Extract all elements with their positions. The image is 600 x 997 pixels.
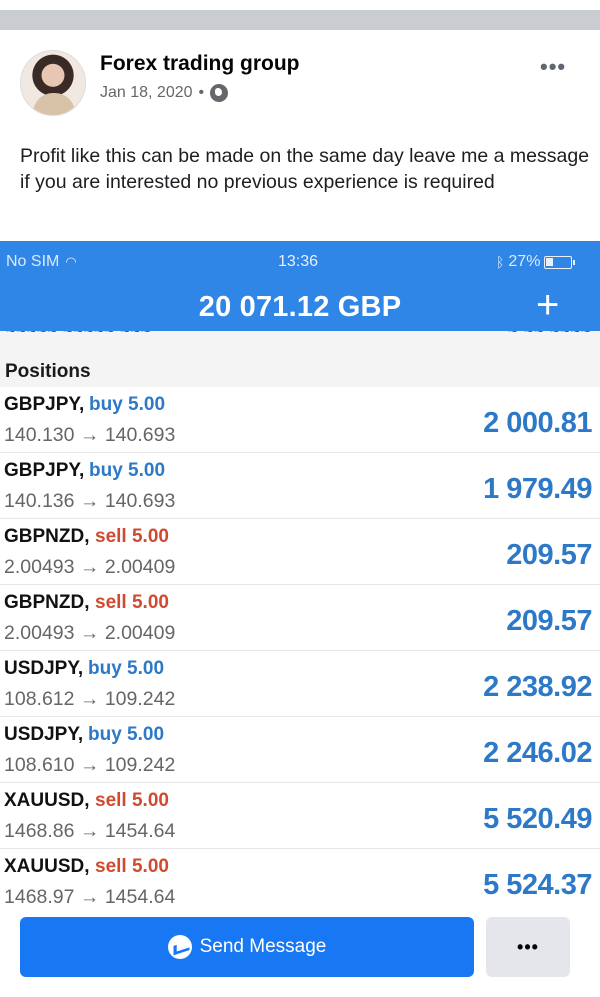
wifi-icon: ◠ — [65, 254, 77, 269]
position-prices: 140.130 → 140.693 — [4, 424, 176, 446]
position-prices: 1468.86 → 1454.64 — [4, 820, 176, 842]
position-row[interactable]: GBPNZD, sell 5.00 2.00493 → 2.00409 209.57 — [0, 519, 600, 585]
position-direction: sell 5.00 — [95, 592, 169, 613]
post-header: Forex trading group Jan 18, 2020 • ••• — [0, 30, 600, 130]
positions-title: Positions — [5, 361, 91, 382]
position-prices: 140.136 → 140.693 — [4, 490, 176, 512]
position-profit: 5 520.49 — [483, 803, 592, 835]
messenger-icon — [167, 935, 192, 959]
globe-icon — [210, 84, 229, 102]
position-symbol: XAUUSD, — [4, 790, 90, 811]
position-row[interactable]: GBPJPY, buy 5.00 140.136 → 140.693 1 979.49 — [0, 453, 600, 519]
cutoff-text-left: ~~~~~ ~~~~~ ~~~ — [6, 331, 152, 340]
account-balance: 20 071.12 GBP — [198, 291, 402, 323]
battery-status: ᛒ 27% — [496, 253, 576, 271]
position-profit: 5 524.37 — [483, 869, 592, 901]
position-direction: buy 5.00 — [89, 394, 166, 415]
position-row[interactable]: XAUUSD, sell 5.00 1468.97 → 1454.64 5 524.3… — [0, 849, 600, 903]
more-button[interactable]: ••• — [486, 917, 570, 977]
position-profit: 2 246.02 — [483, 737, 592, 769]
position-direction: buy 5.00 — [88, 658, 165, 679]
bluetooth-icon: ᛒ — [496, 254, 505, 270]
position-symbol: GBPJPY, — [4, 460, 85, 481]
position-direction: buy 5.00 — [88, 724, 165, 745]
position-profit: 2 238.92 — [483, 671, 592, 703]
position-symbol: USDJPY, — [4, 658, 84, 679]
send-message-button[interactable]: Send Message — [20, 917, 474, 977]
position-row[interactable]: USDJPY, buy 5.00 108.610 → 109.242 2 246.02 — [0, 717, 600, 783]
position-symbol: USDJPY, — [4, 724, 84, 745]
cutoff-row: ~~~~~ ~~~~~ ~~~ ~ ~~ ~~~~ — [0, 331, 600, 351]
post-meta: Jan 18, 2020 • — [100, 84, 229, 102]
separator-dot: • — [198, 84, 205, 101]
position-direction: sell 5.00 — [95, 856, 169, 877]
position-prices: 1468.97 → 1454.64 — [4, 886, 176, 903]
carrier-label: No SIM ◠ — [6, 253, 77, 271]
send-message-label: Send Message — [199, 936, 327, 957]
positions-list: GBPJPY, buy 5.00 140.130 → 140.693 2 000.81… — [0, 387, 600, 903]
feed-divider — [0, 10, 600, 30]
battery-icon — [544, 255, 576, 269]
avatar[interactable] — [20, 50, 86, 116]
position-direction: sell 5.00 — [95, 526, 169, 547]
post-footer: Send Message ••• — [0, 903, 600, 997]
positions-section-header: Positions — [0, 351, 600, 387]
position-profit: 209.57 — [506, 539, 592, 571]
position-prices: 108.610 → 109.242 — [4, 754, 176, 776]
plus-icon[interactable]: + — [536, 283, 559, 328]
status-bar: No SIM ◠ 13:36 ᛒ 27% — [0, 241, 600, 281]
position-row[interactable]: GBPJPY, buy 5.00 140.130 → 140.693 2 000.81 — [0, 387, 600, 453]
position-symbol: GBPNZD, — [4, 592, 90, 613]
position-direction: sell 5.00 — [95, 790, 169, 811]
position-prices: 2.00493 → 2.00409 — [4, 556, 176, 578]
position-prices: 108.612 → 109.242 — [4, 688, 176, 710]
status-time: 13:36 — [278, 253, 319, 270]
position-direction: buy 5.00 — [89, 460, 166, 481]
position-symbol: GBPNZD, — [4, 526, 90, 547]
position-row[interactable]: XAUUSD, sell 5.00 1468.86 → 1454.64 5 520.4… — [0, 783, 600, 849]
position-profit: 209.57 — [506, 605, 592, 637]
position-profit: 2 000.81 — [483, 407, 592, 439]
position-profit: 1 979.49 — [483, 473, 592, 505]
position-row[interactable]: GBPNZD, sell 5.00 2.00493 → 2.00409 209.57 — [0, 585, 600, 651]
position-symbol: XAUUSD, — [4, 856, 90, 877]
trading-screenshot: No SIM ◠ 13:36 ᛒ 27% 20 071.12 GBP + ~~~~… — [0, 241, 600, 903]
nav-bar: 20 071.12 GBP + — [0, 281, 600, 331]
group-name-link[interactable]: Forex trading group — [100, 52, 300, 76]
battery-percent: 27% — [508, 253, 541, 270]
position-symbol: GBPJPY, — [4, 394, 85, 415]
position-row[interactable]: USDJPY, buy 5.00 108.612 → 109.242 2 238.92 — [0, 651, 600, 717]
post-date[interactable]: Jan 18, 2020 — [100, 84, 193, 102]
more-options-icon[interactable]: ••• — [540, 54, 566, 80]
carrier-text: No SIM — [6, 253, 60, 270]
top-strip — [0, 0, 600, 10]
post-text: Profit like this can be made on the same… — [20, 145, 590, 193]
position-prices: 2.00493 → 2.00409 — [4, 622, 176, 644]
cutoff-text-right: ~ ~~ ~~~~ — [508, 331, 592, 340]
